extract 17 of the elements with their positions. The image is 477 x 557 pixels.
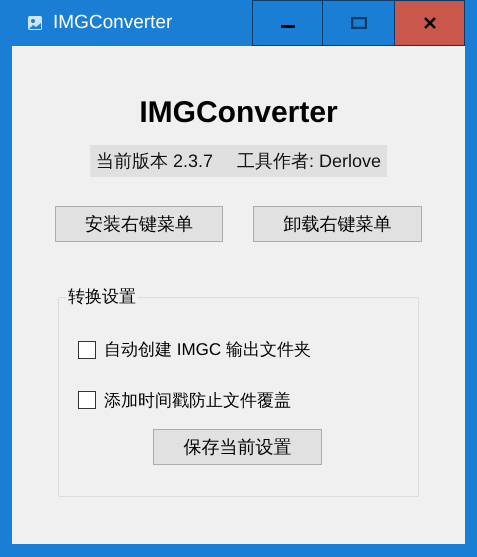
checkbox-option[interactable]: 添加时间戳防止文件覆盖 [78, 388, 311, 413]
app-heading: IMGConverter [139, 95, 338, 131]
close-button[interactable] [394, 0, 465, 46]
checkbox[interactable] [78, 391, 96, 410]
version-label: 当前版本 2.3.7 [96, 150, 213, 172]
checkbox-option[interactable]: 自动创建 IMGC 输出文件夹 [78, 337, 311, 362]
minimize-button[interactable] [252, 0, 323, 46]
author-label: 工具作者: Derlove [237, 150, 382, 172]
window-title: IMGConverter [53, 10, 172, 35]
minimize-icon [280, 25, 294, 28]
checkbox[interactable] [78, 340, 96, 359]
close-icon [424, 17, 436, 29]
install-menu-button[interactable]: 安装右键菜单 [55, 206, 223, 242]
image-icon [27, 15, 43, 31]
save-settings-button[interactable]: 保存当前设置 [153, 429, 322, 465]
maximize-icon [350, 17, 366, 29]
uninstall-menu-button[interactable]: 卸载右键菜单 [253, 206, 422, 242]
